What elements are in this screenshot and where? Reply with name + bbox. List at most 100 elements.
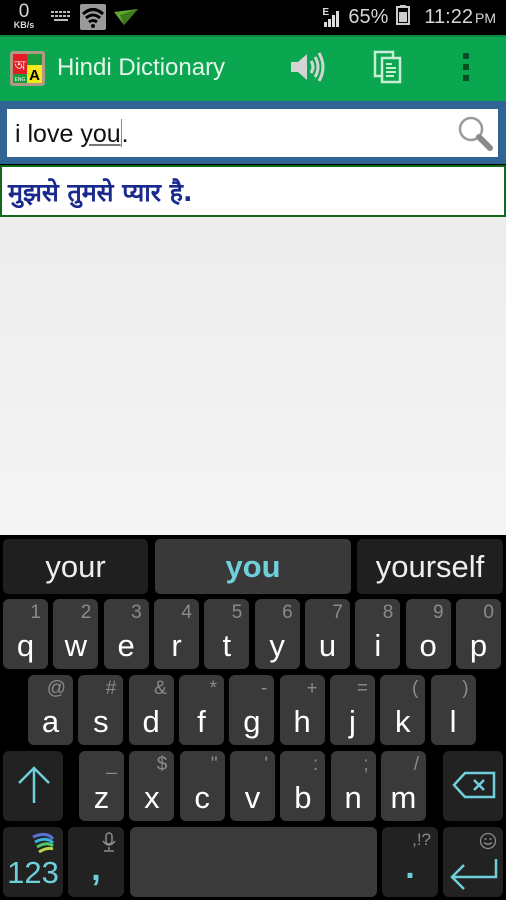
app-bar: অ A ENG Hindi Dictionary <box>0 35 506 101</box>
backspace-icon <box>452 771 496 804</box>
key-q[interactable]: 1q <box>3 599 48 669</box>
symbols-key[interactable]: 123 <box>3 827 63 897</box>
key-hint: : <box>313 754 319 775</box>
key-p[interactable]: 0p <box>455 599 501 669</box>
key-label: t <box>222 628 232 663</box>
clock-time: 11:22 <box>424 6 473 28</box>
search-input[interactable]: i love you. <box>7 109 498 157</box>
key-x[interactable]: $ x <box>129 751 175 821</box>
key-b[interactable]: :b <box>280 751 326 821</box>
emoji-icon <box>479 832 497 855</box>
key-i[interactable]: 8i <box>355 599 401 669</box>
key-hint: ' <box>264 754 268 775</box>
svg-text:A: A <box>29 67 40 84</box>
overflow-menu-button[interactable] <box>446 49 486 89</box>
key-label: z <box>93 780 110 815</box>
key-label: g <box>243 704 261 739</box>
key-label: a <box>41 704 60 739</box>
key-hint: 0 <box>483 602 494 623</box>
shift-arrow-icon <box>17 765 51 810</box>
key-d[interactable]: & d <box>128 675 174 745</box>
key-label: j <box>349 704 356 739</box>
key-v[interactable]: ' v <box>229 751 275 821</box>
clock: 11:22 PM <box>424 6 496 29</box>
suggestion-you[interactable]: you <box>155 539 351 594</box>
network-speed-unit: KB/s <box>13 20 35 30</box>
keyboard-icon <box>50 10 72 29</box>
key-y[interactable]: 6y <box>254 599 300 669</box>
key-hint: 6 <box>282 602 293 623</box>
wifi-icon <box>80 4 106 35</box>
key-u[interactable]: 7u <box>304 599 350 669</box>
symbols-key-label: 123 <box>7 855 59 890</box>
key-label: d <box>142 704 160 739</box>
search-icon <box>456 116 494 156</box>
key-hint: & <box>153 678 167 699</box>
key-a[interactable]: @ a <box>28 675 73 745</box>
search-text-composing: you <box>80 120 121 148</box>
key-hint: 2 <box>80 602 92 623</box>
key-label: u <box>318 628 337 663</box>
key-s[interactable]: # s <box>78 675 124 745</box>
key-t[interactable]: 5t <box>204 599 250 669</box>
key-z[interactable]: _ z <box>79 751 124 821</box>
svg-text:ENG: ENG <box>15 77 26 83</box>
key-label: i <box>374 628 382 663</box>
suggestion-your[interactable]: your <box>3 539 148 594</box>
key-n[interactable]: ; n <box>330 751 376 821</box>
copy-button[interactable] <box>368 49 408 89</box>
key-label: o <box>419 628 437 663</box>
key-hint: 5 <box>231 602 243 623</box>
shift-key[interactable] <box>3 751 63 821</box>
overflow-menu-icon <box>462 52 470 87</box>
copy-icon <box>372 50 404 89</box>
key-hint: @ <box>46 678 66 699</box>
key-label: y <box>269 628 285 663</box>
comma-key[interactable]: , <box>68 827 124 897</box>
key-hint: 1 <box>30 602 41 623</box>
period-key[interactable]: ,!? . <box>382 827 438 897</box>
period-key-hint: ,!? <box>412 830 431 849</box>
key-e[interactable]: 3e <box>103 599 149 669</box>
content-area <box>0 217 506 535</box>
space-key[interactable] <box>130 827 377 897</box>
key-j[interactable]: = j <box>329 675 375 745</box>
key-r[interactable]: 4r <box>153 599 199 669</box>
key-hint: " <box>210 754 218 775</box>
key-l[interactable]: ) l <box>430 675 476 745</box>
key-g[interactable]: -g <box>229 675 275 745</box>
key-k[interactable]: (k <box>380 675 426 745</box>
key-hint: - <box>260 678 268 699</box>
comma-key-label: , <box>91 850 101 888</box>
search-text-before: i love <box>15 120 81 148</box>
key-label: x <box>144 780 160 815</box>
key-hint: ; <box>363 754 369 775</box>
signal-icon: E <box>322 7 340 28</box>
app-logo[interactable]: অ A ENG <box>10 51 45 86</box>
key-label: c <box>194 780 210 815</box>
suggestion-yourself[interactable]: yourself <box>357 539 503 594</box>
key-h[interactable]: + h <box>279 675 325 745</box>
key-f[interactable]: * f <box>178 675 224 745</box>
search-button[interactable] <box>456 114 494 152</box>
key-w[interactable]: 2w <box>53 599 99 669</box>
search-bar: i love you. <box>0 101 506 164</box>
key-o[interactable]: 9o <box>405 599 451 669</box>
network-speed: 0 KB/s <box>10 2 38 30</box>
speak-button[interactable] <box>287 49 327 89</box>
key-label: f <box>197 704 206 739</box>
key-hint: 9 <box>433 602 444 623</box>
key-hint: ) <box>462 678 469 699</box>
key-label: w <box>64 628 88 663</box>
key-hint: _ <box>106 754 117 775</box>
backspace-key[interactable] <box>443 751 503 821</box>
key-m[interactable]: / m <box>380 751 426 821</box>
key-label: n <box>344 780 362 815</box>
key-hint: # <box>105 678 117 699</box>
key-c[interactable]: " c <box>179 751 225 821</box>
soft-keyboard: your you yourself 1q2w3e4r5t6y7u8i9o0p @… <box>0 535 506 900</box>
translation-result[interactable]: मुझसे तुमसे प्यार है. <box>0 165 506 217</box>
enter-key[interactable] <box>443 827 503 897</box>
svg-text:অ: অ <box>13 59 26 74</box>
network-speed-value: 0 <box>18 1 30 22</box>
